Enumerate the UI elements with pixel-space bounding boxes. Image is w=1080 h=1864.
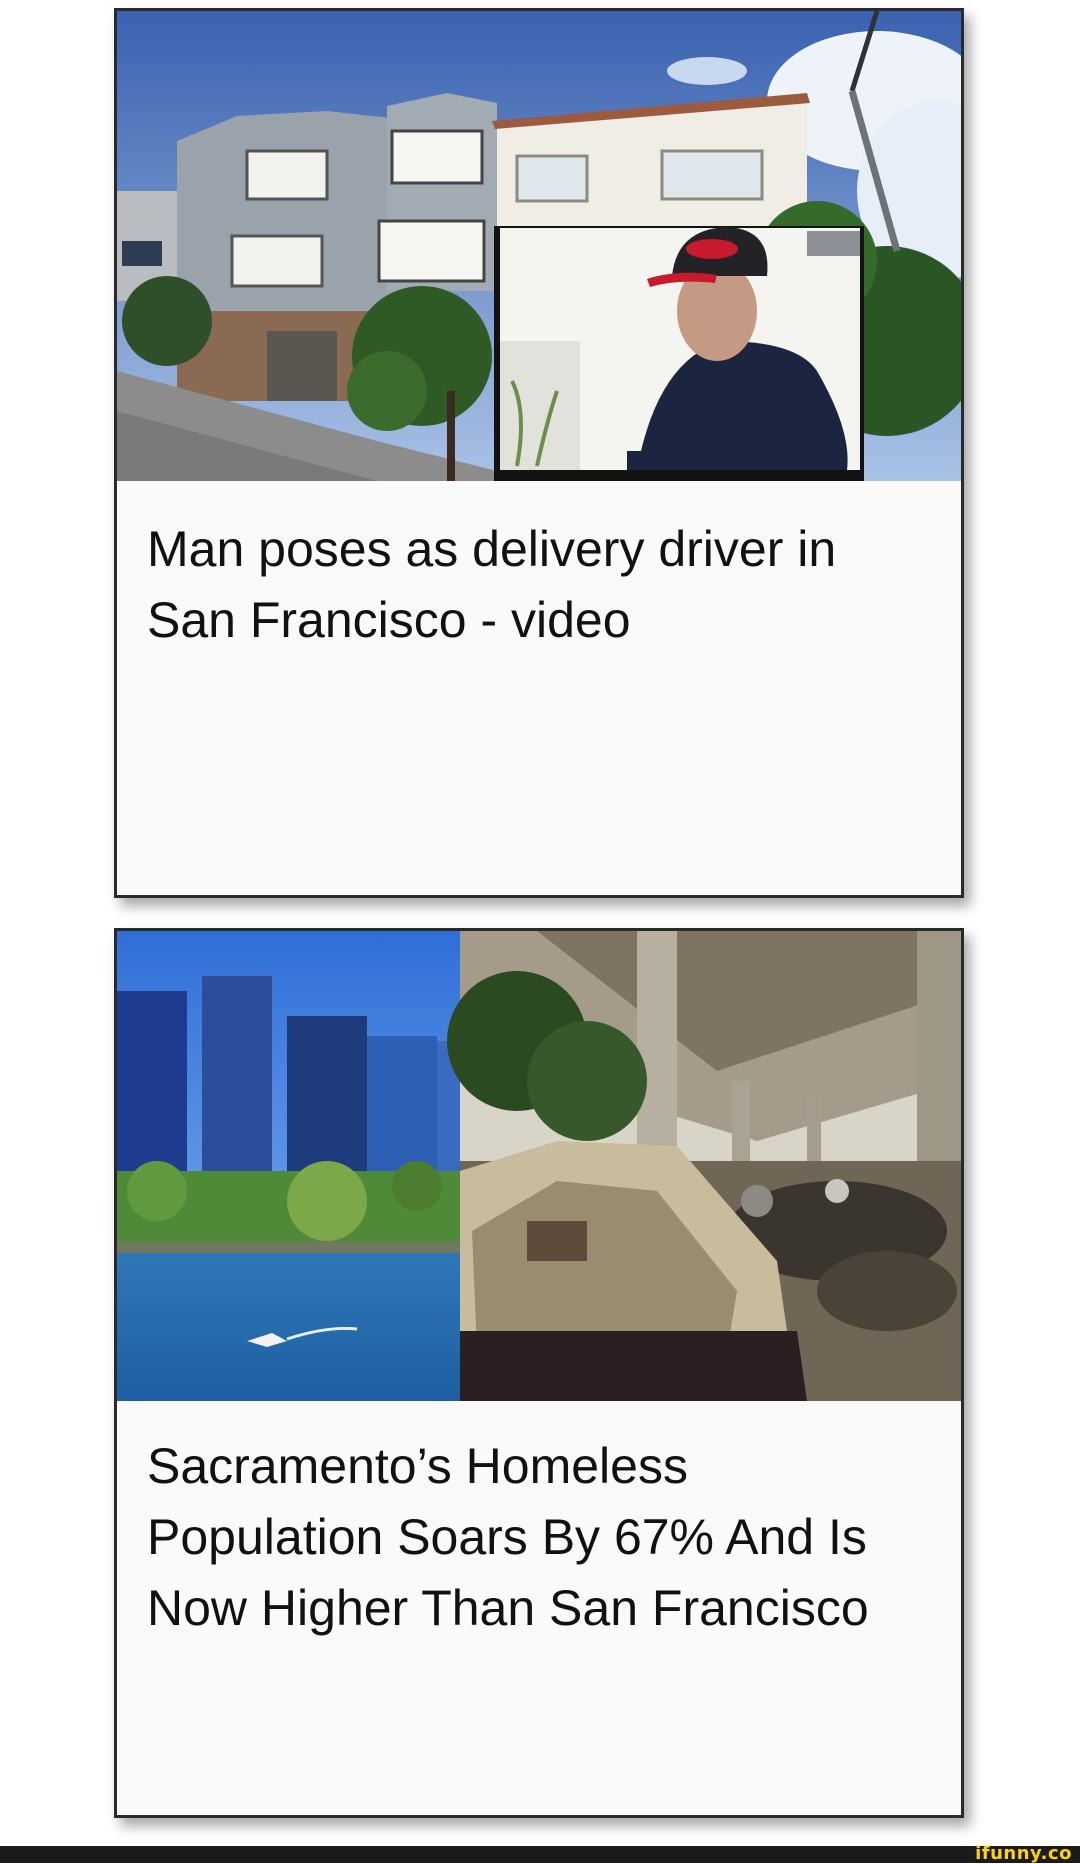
watermark-bar: [0, 1846, 1080, 1863]
article-headline[interactable]: Sacramento’s Homeless Population Soars B…: [147, 1431, 931, 1644]
article-card[interactable]: Sacramento’s Homeless Population Soars B…: [114, 928, 964, 1818]
article-thumbnail-skyline-and-encampment[interactable]: [117, 931, 961, 1401]
article-headline[interactable]: Man poses as delivery driver in San Fran…: [147, 514, 931, 656]
article-thumbnail-houses-with-inset[interactable]: [117, 11, 961, 481]
article-card[interactable]: Man poses as delivery driver in San Fran…: [114, 8, 964, 898]
ifunny-watermark: ifunny.co: [975, 1843, 1072, 1864]
